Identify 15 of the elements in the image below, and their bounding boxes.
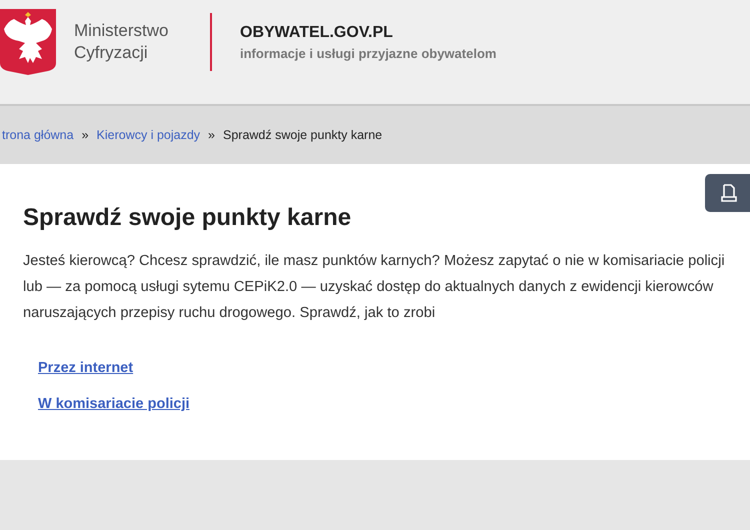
site-title[interactable]: OBYWATEL.GOV.PL bbox=[240, 24, 496, 42]
document-icon bbox=[721, 184, 737, 202]
ministry-name: Ministerstwo Cyfryzacji bbox=[74, 20, 170, 64]
page-title: Sprawdź swoje punkty karne bbox=[23, 204, 352, 232]
option-link[interactable]: Przez internet bbox=[38, 360, 134, 376]
print-button[interactable] bbox=[705, 174, 750, 212]
site-tagline: informacje i usługi przyjazne obywatelom bbox=[240, 46, 496, 60]
breadcrumb-separator: » bbox=[82, 128, 89, 142]
breadcrumb-link[interactable]: trona główna bbox=[2, 128, 74, 142]
breadcrumb-link[interactable]: Kierowcy i pojazdy bbox=[96, 128, 200, 142]
eagle-emblem-icon bbox=[0, 9, 56, 75]
intro-paragraph: Jesteś kierowcą? Chcesz sprawdzić, ile masz punktów karnych? Możesz zapytać o nie w komisariacie policji lub — za pomocą usługi sytemu CEPiK2.0 — uzyskać dostęp do aktualnych danych z ewidencji kierowców naruszających przepisy ruchu drogowego. Sprawdź, jak to zrobi bbox=[23, 252, 726, 323]
option-link[interactable]: W komisariacie policji bbox=[38, 396, 190, 412]
breadcrumb-separator: » bbox=[208, 128, 215, 142]
breadcrumb-current: Sprawdź swoje punkty karne bbox=[223, 128, 382, 142]
